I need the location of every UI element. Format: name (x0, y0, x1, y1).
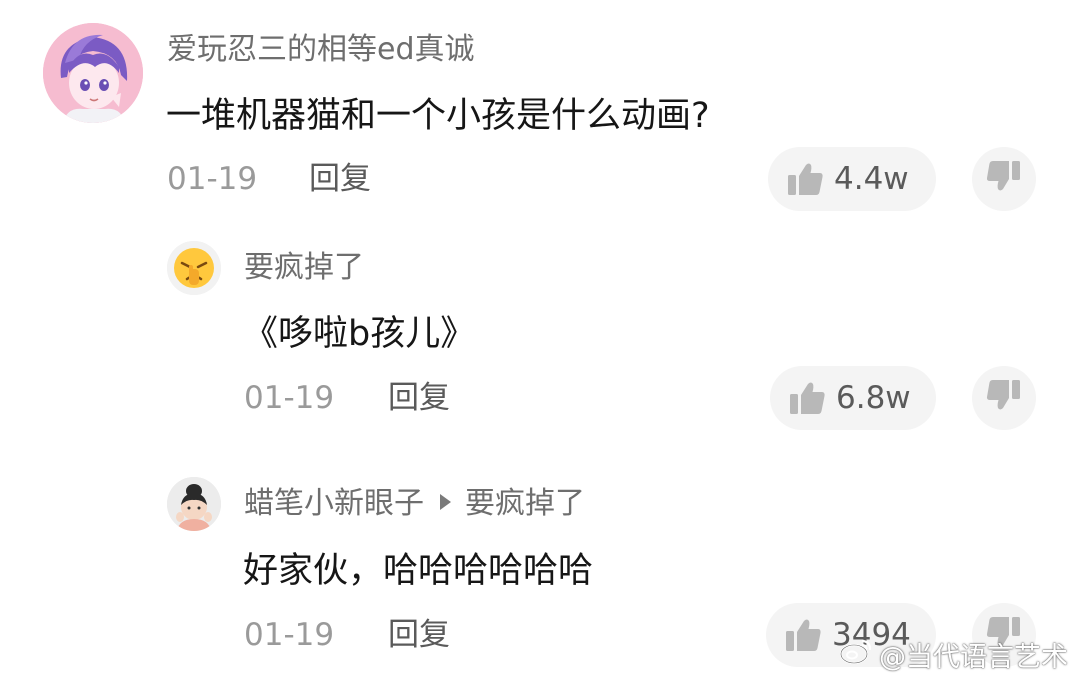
thumbs-up-icon (784, 617, 822, 653)
watermark: @当代语言艺术 (839, 635, 1068, 674)
comment-author[interactable]: 蜡笔小新眼子 (244, 486, 424, 521)
thumbs-up-icon (786, 161, 824, 197)
avatar[interactable] (167, 477, 221, 531)
comment-text: 一堆机器猫和一个小孩是什么动画? (166, 96, 710, 136)
watermark-text: @当代语言艺术 (879, 642, 1068, 673)
reply-button[interactable]: 回复 (309, 164, 371, 195)
photo-avatar-image (167, 477, 221, 531)
avatar[interactable] (167, 241, 221, 295)
weibo-icon (839, 637, 873, 672)
like-button[interactable]: 6.8w (770, 366, 936, 430)
comment-date: 01-19 (167, 161, 258, 197)
thumbs-down-icon (986, 379, 1022, 417)
like-count: 4.4w (834, 160, 909, 197)
like-button[interactable]: 4.4w (768, 147, 936, 211)
comment-username: 蜡笔小新眼子 要疯掉了 (244, 489, 585, 519)
thumbs-up-icon (788, 380, 826, 416)
thumbs-down-icon (986, 160, 1022, 198)
emoji-avatar-image (167, 241, 221, 295)
dislike-button[interactable] (972, 366, 1036, 430)
dislike-button[interactable] (972, 147, 1036, 211)
comment-text: 好家伙，哈哈哈哈哈哈 (243, 551, 594, 591)
comment-username[interactable]: 爱玩忍三的相等ed真诚 (167, 35, 475, 65)
like-count: 6.8w (836, 379, 911, 416)
reply-arrow-icon (440, 493, 451, 510)
comment-date: 01-19 (244, 617, 335, 653)
avatar[interactable] (43, 23, 143, 123)
reply-button[interactable]: 回复 (388, 383, 450, 414)
comment-text: 《哆啦b孩儿》 (243, 314, 476, 354)
comment-username[interactable]: 要疯掉了 (244, 253, 364, 283)
reply-button[interactable]: 回复 (388, 620, 450, 651)
anime-avatar-image (43, 23, 143, 123)
reply-to-username[interactable]: 要疯掉了 (465, 486, 585, 521)
comment-date: 01-19 (244, 380, 335, 416)
